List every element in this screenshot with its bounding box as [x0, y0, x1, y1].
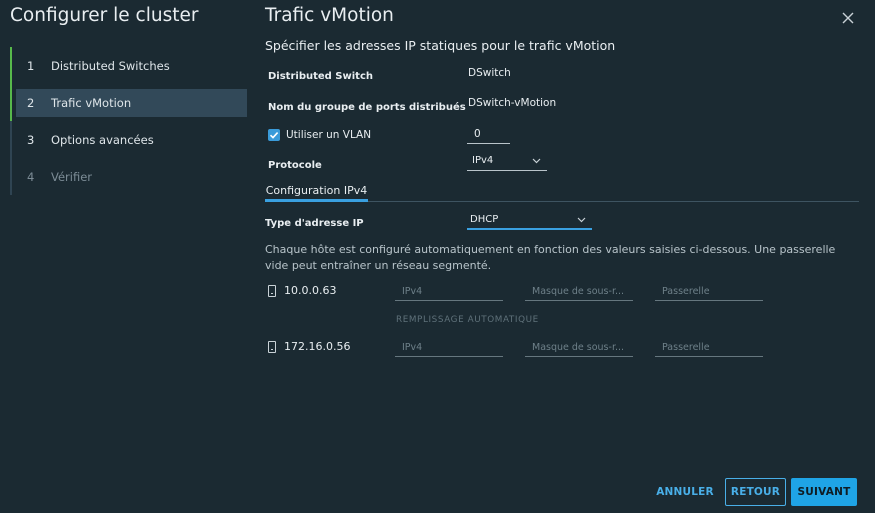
protocol-select-value: IPv4 [472, 155, 494, 166]
host-ipv4-input[interactable]: IPv4 [395, 339, 503, 357]
step-label: Trafic vMotion [51, 96, 132, 110]
chevron-down-icon [532, 158, 541, 164]
chevron-down-icon [577, 217, 586, 223]
step-trafic-vmotion[interactable]: 2 Trafic vMotion [16, 89, 247, 117]
back-button[interactable]: RETOUR [725, 478, 786, 506]
step-number: 2 [27, 96, 35, 110]
wizard-title: Configurer le cluster [10, 5, 199, 26]
vlan-label: Utiliser un VLAN [286, 129, 372, 141]
host-name: 172.16.0.56 [284, 340, 351, 353]
port-group-value: DSwitch-vMotion [468, 97, 557, 109]
autofill-link[interactable]: REMPLISSAGE AUTOMATIQUE [396, 315, 539, 325]
step-label: Distributed Switches [51, 59, 170, 73]
page-subtitle: Spécifier les adresses IP statiques pour… [265, 38, 616, 53]
server-icon [268, 341, 276, 353]
vlan-id-input[interactable]: 0 [467, 124, 510, 144]
step-number: 1 [27, 59, 35, 73]
host-subnet-mask-input[interactable]: Masque de sous-r... [525, 339, 633, 357]
step-verifier: 4 Vérifier [16, 163, 247, 191]
step-label: Options avancées [51, 133, 154, 147]
ip-type-select[interactable]: DHCP [467, 211, 592, 230]
vlan-checkbox[interactable] [268, 129, 280, 141]
step-number: 4 [27, 170, 35, 184]
ip-type-select-value: DHCP [470, 214, 499, 225]
cancel-button[interactable]: ANNULER [656, 478, 714, 506]
close-icon[interactable] [839, 9, 857, 27]
step-label: Vérifier [51, 170, 93, 184]
step-options-avancees[interactable]: 3 Options avancées [16, 126, 247, 154]
tab-ipv4-configuration[interactable]: Configuration IPv4 [265, 181, 368, 202]
page-title: Trafic vMotion [265, 5, 394, 26]
host-name: 10.0.0.63 [284, 284, 337, 297]
distributed-switch-label: Distributed Switch [268, 71, 373, 82]
protocol-select[interactable]: IPv4 [467, 152, 547, 171]
host-gateway-input[interactable]: Passerelle [655, 339, 763, 357]
dhcp-description: Chaque hôte est configuré automatiquemen… [265, 243, 836, 272]
ip-type-label: Type d'adresse IP [265, 218, 364, 229]
host-subnet-mask-input[interactable]: Masque de sous-r... [525, 283, 633, 301]
step-number: 3 [27, 133, 35, 147]
host-ipv4-input[interactable]: IPv4 [395, 283, 503, 301]
port-group-label: Nom du groupe de ports distribués [268, 102, 466, 113]
checkmark-icon [269, 132, 279, 139]
protocol-label: Protocole [268, 160, 322, 171]
next-button[interactable]: SUIVANT [791, 478, 857, 506]
server-icon [268, 285, 276, 297]
step-distributed-switches[interactable]: 1 Distributed Switches [16, 52, 247, 80]
host-gateway-input[interactable]: Passerelle [655, 283, 763, 301]
steps-progress-done [10, 47, 12, 121]
wizard-sidebar: Configurer le cluster 1 Distributed Swit… [0, 0, 255, 513]
distributed-switch-value: DSwitch [468, 67, 511, 79]
